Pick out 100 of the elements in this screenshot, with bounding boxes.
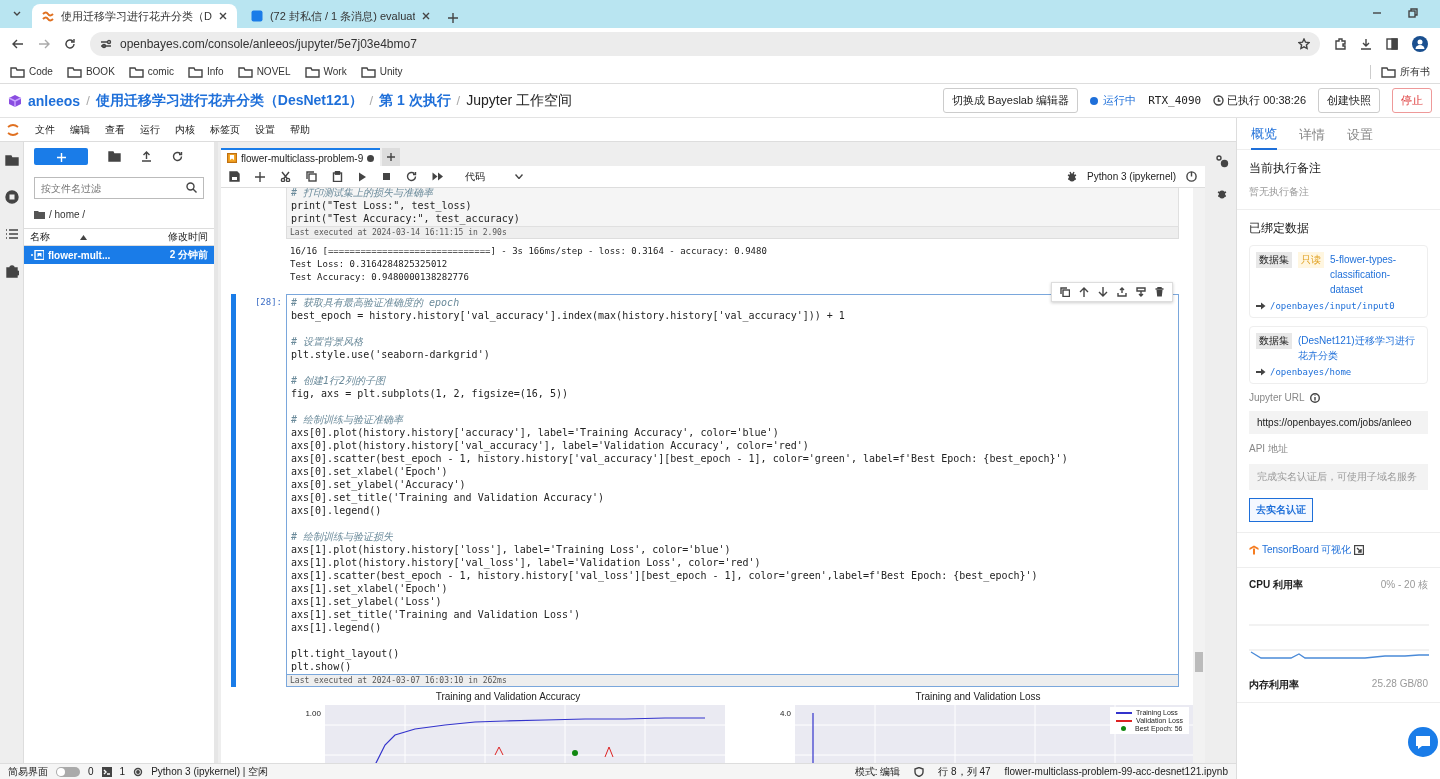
- panel-tab[interactable]: 详情: [1299, 119, 1325, 150]
- cell-type-dropdown[interactable]: 代码: [459, 169, 523, 184]
- back-icon[interactable]: [12, 38, 24, 50]
- new-folder-icon[interactable]: [108, 151, 121, 162]
- bookmark[interactable]: BOOK: [66, 65, 115, 78]
- column-header[interactable]: 名称: [30, 230, 50, 244]
- bug-icon[interactable]: [1217, 188, 1227, 199]
- breadcrumb-link[interactable]: 第 1 次执行: [379, 91, 451, 110]
- bookmark[interactable]: Code: [10, 65, 53, 78]
- panel-tab[interactable]: 设置: [1347, 119, 1373, 150]
- column-header[interactable]: 修改时间: [168, 230, 208, 244]
- site-settings-icon[interactable]: [100, 39, 112, 49]
- bookmark[interactable]: 所有书: [1381, 64, 1430, 79]
- paste-icon[interactable]: [332, 171, 343, 182]
- sort-ascending-icon[interactable]: [80, 234, 87, 240]
- duplicate-icon[interactable]: [1060, 287, 1070, 297]
- folder-path[interactable]: / home /: [49, 209, 86, 220]
- extensions-icon[interactable]: [1334, 38, 1346, 50]
- chat-icon[interactable]: [1408, 727, 1438, 757]
- bookmark[interactable]: Unity: [360, 65, 403, 78]
- bug-icon[interactable]: [1067, 171, 1078, 182]
- folder-icon[interactable]: [34, 210, 45, 219]
- bookmark[interactable]: NOVEL: [237, 65, 291, 78]
- list-icon[interactable]: [4, 228, 19, 240]
- dataset-link[interactable]: 5-flower-types-classification-dataset: [1330, 252, 1421, 297]
- bookmark[interactable]: Work: [304, 65, 347, 78]
- run-icon[interactable]: [358, 171, 367, 182]
- refresh-icon[interactable]: [172, 151, 183, 162]
- reload-icon[interactable]: [64, 38, 76, 50]
- breadcrumb-link[interactable]: 使用迁移学习进行花卉分类（DesNet121）: [95, 91, 364, 110]
- menu-item[interactable]: 文件: [35, 122, 55, 137]
- folder-icon[interactable]: [4, 154, 19, 166]
- download-icon[interactable]: [1360, 38, 1372, 50]
- file-row[interactable]: flower-mult... 2 分钟前: [24, 246, 214, 264]
- stop-icon[interactable]: [382, 172, 391, 181]
- kernel-status[interactable]: Python 3 (ipykernel) | 空闲: [151, 764, 269, 779]
- puzzle-icon[interactable]: [4, 264, 19, 278]
- simple-mode-toggle[interactable]: [56, 766, 80, 777]
- plus-icon[interactable]: [255, 171, 265, 182]
- dataset-link[interactable]: (DesNet121)迁移学习进行花卉分类: [1298, 333, 1421, 363]
- browser-tab[interactable]: (72 封私信 / 1 条消息) evaluat: [240, 4, 441, 28]
- new-tab-button[interactable]: [382, 148, 401, 166]
- editor-mode[interactable]: 模式: 编辑: [854, 764, 901, 779]
- terminal-icon[interactable]: [101, 766, 112, 777]
- external-link-icon[interactable]: [1354, 545, 1365, 555]
- delete-icon[interactable]: [1155, 287, 1164, 297]
- restart-icon[interactable]: [406, 171, 417, 182]
- upload-icon[interactable]: [141, 151, 152, 162]
- switch-editor-button[interactable]: 切换成 Bayeslab 编辑器: [942, 88, 1079, 113]
- move-up-icon[interactable]: [1079, 287, 1089, 297]
- gpu-label: RTX_4090: [1148, 94, 1202, 107]
- gears-icon[interactable]: [1215, 154, 1229, 168]
- stop-circle-icon[interactable]: [4, 190, 19, 204]
- scrollbar-thumb[interactable]: [1195, 652, 1203, 672]
- bookmark[interactable]: comic: [128, 65, 174, 78]
- cursor-position[interactable]: 行 8，列 47: [938, 764, 991, 779]
- url-field[interactable]: https://openbayes.com/jobs/anleeo: [1249, 411, 1428, 434]
- close-icon[interactable]: [218, 12, 227, 20]
- move-down-icon[interactable]: [1098, 287, 1108, 297]
- save-icon[interactable]: [229, 171, 240, 182]
- kernel-name[interactable]: Python 3 (ipykernel): [1087, 171, 1176, 182]
- sidebar-icon[interactable]: [1386, 38, 1398, 50]
- panel-tab[interactable]: 概览: [1251, 119, 1277, 150]
- terminal-count[interactable]: 0: [88, 766, 94, 777]
- profile-avatar-icon[interactable]: [1412, 36, 1428, 52]
- menu-item[interactable]: 内核: [175, 122, 195, 137]
- menu-item[interactable]: 编辑: [70, 122, 90, 137]
- file-name[interactable]: flower-multiclass-problem-99-acc-desnet121.ipynb: [1004, 766, 1228, 777]
- browser-tab[interactable]: 使用迁移学习进行花卉分类（D: [32, 4, 237, 28]
- folder-icon: [237, 65, 253, 78]
- filter-field[interactable]: 按文件名过滤: [34, 177, 204, 199]
- verify-button[interactable]: 去实名认证: [1249, 498, 1313, 522]
- menu-item[interactable]: 帮助: [290, 122, 310, 137]
- copy-icon[interactable]: [306, 171, 317, 182]
- menu-item[interactable]: 运行: [140, 122, 160, 137]
- stop-button[interactable]: 停止: [1392, 88, 1432, 113]
- close-icon[interactable]: [422, 12, 431, 20]
- star-icon[interactable]: [1298, 38, 1310, 50]
- breadcrumb-link[interactable]: anleeos: [28, 92, 81, 109]
- menu-item[interactable]: 标签页: [210, 122, 240, 137]
- fast-forward-icon[interactable]: [432, 172, 444, 181]
- new-launcher-button[interactable]: [34, 148, 88, 165]
- new-tab-icon[interactable]: [448, 13, 459, 23]
- gear-icon[interactable]: [133, 766, 144, 777]
- restore-icon[interactable]: [1408, 8, 1418, 18]
- tensorboard-link[interactable]: TensorBoard 可视化: [1262, 543, 1352, 557]
- cut-icon[interactable]: [280, 171, 291, 182]
- insert-below-icon[interactable]: [1136, 287, 1146, 297]
- info-icon[interactable]: [1309, 392, 1320, 403]
- menu-item[interactable]: 设置: [255, 122, 275, 137]
- snapshot-button[interactable]: 创建快照: [1318, 88, 1380, 113]
- shield-icon[interactable]: [914, 766, 925, 777]
- address-bar[interactable]: openbayes.com/console/anleeos/jupyter/5e7j03e4bmo7: [90, 32, 1320, 56]
- code-editor[interactable]: # 打印测试集上的损失与准确率 print("Test Loss:", test_loss) print("Test Accuracy:", test_accuracy): [286, 188, 1179, 227]
- code-editor[interactable]: [286, 294, 1179, 675]
- bookmark[interactable]: Info: [187, 65, 224, 78]
- kernel-count[interactable]: 1: [119, 766, 126, 777]
- menu-item[interactable]: 查看: [105, 122, 125, 137]
- insert-above-icon[interactable]: [1117, 287, 1127, 297]
- notebook-tab[interactable]: flower-multiclass-problem-9: [221, 148, 381, 166]
